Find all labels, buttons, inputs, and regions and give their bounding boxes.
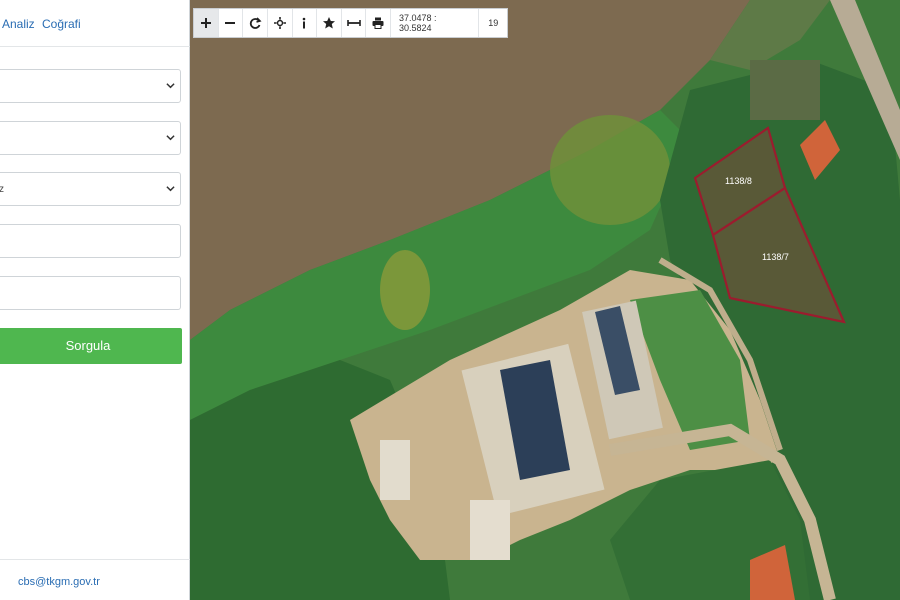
pan-button[interactable] (268, 9, 293, 37)
contact-email-link[interactable]: cbs@tkgm.gov.tr (18, 576, 100, 588)
district-select[interactable] (0, 121, 181, 155)
query-panel: Analiz Coğrafi z Sorgula cbs@tkgm.gov.tr (0, 0, 190, 600)
province-select[interactable] (0, 69, 181, 103)
measure-button[interactable] (342, 9, 367, 37)
refresh-icon (249, 17, 262, 29)
zoom-out-icon (225, 22, 236, 24)
print-icon (372, 17, 384, 29)
star-icon (322, 17, 335, 29)
coordinate-readout: 37.0478 : 30.5824 (391, 9, 480, 37)
pan-icon (273, 17, 286, 29)
print-button[interactable] (366, 9, 391, 37)
parcel-input[interactable] (0, 276, 181, 310)
query-button[interactable]: Sorgula (0, 328, 182, 364)
neighborhood-select[interactable]: z (0, 172, 181, 206)
measure-icon (346, 20, 361, 26)
neighborhood-select-value: z (0, 184, 4, 195)
block-input[interactable] (0, 224, 181, 258)
parcel-label: 1138/7 (762, 252, 789, 262)
parcel-label: 1138/8 (725, 176, 752, 186)
tab-cografi[interactable]: Coğrafi (42, 17, 81, 31)
zoom-in-icon (200, 18, 211, 28)
chevron-down-icon (166, 135, 175, 141)
map-imagery (190, 0, 900, 600)
info-icon (303, 17, 306, 29)
satellite-map[interactable]: 1138/8 1138/7 (190, 0, 900, 600)
panel-footer: cbs@tkgm.gov.tr (0, 559, 190, 600)
chevron-down-icon (166, 83, 175, 89)
favorite-button[interactable] (317, 9, 342, 37)
zoom-out-button[interactable] (219, 9, 244, 37)
zoom-level: 19 (488, 18, 499, 28)
panel-tabs: Analiz Coğrafi (0, 0, 190, 47)
zoom-in-button[interactable] (194, 9, 219, 37)
tab-analiz[interactable]: Analiz (2, 17, 35, 31)
refresh-button[interactable] (243, 9, 268, 37)
map-toolbar: 37.0478 : 30.5824 19 (193, 8, 508, 38)
info-button[interactable] (293, 9, 318, 37)
chevron-down-icon (166, 186, 175, 192)
